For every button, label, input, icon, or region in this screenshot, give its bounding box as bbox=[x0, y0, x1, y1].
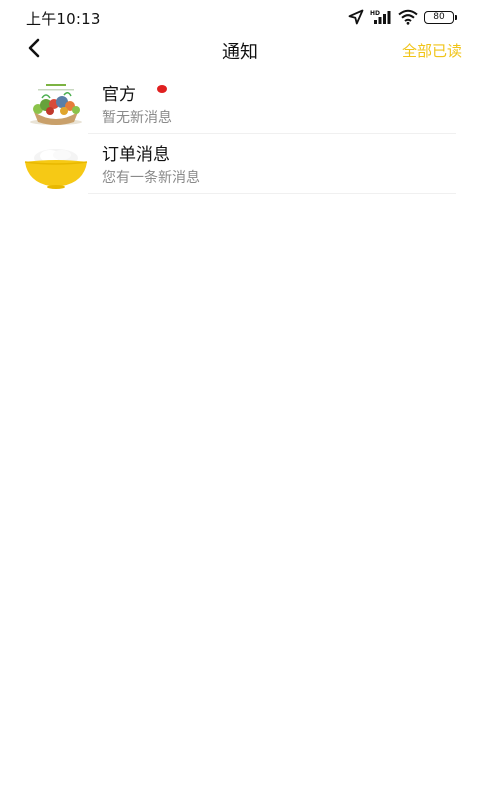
vegetable-basket-thumbnail bbox=[24, 78, 88, 130]
location-arrow-icon bbox=[348, 9, 364, 25]
message-subtitle: 您有一条新消息 bbox=[102, 170, 200, 186]
signal-icon: HD bbox=[370, 9, 392, 25]
rice-bowl-thumbnail bbox=[24, 138, 88, 190]
wifi-icon bbox=[398, 9, 418, 25]
battery-icon: 80 bbox=[424, 10, 457, 24]
message-title: 订单消息 bbox=[102, 145, 170, 165]
message-item-official[interactable]: 官方 暂无新消息 bbox=[0, 74, 480, 134]
message-item-orders[interactable]: 订单消息 您有一条新消息 bbox=[0, 134, 480, 194]
status-bar: 上午10:13 HD 80 bbox=[0, 0, 480, 34]
divider bbox=[88, 193, 456, 194]
svg-text:HD: HD bbox=[370, 10, 380, 17]
message-subtitle: 暂无新消息 bbox=[102, 110, 172, 126]
status-time: 上午10:13 bbox=[26, 10, 101, 28]
nav-bar: 通知 全部已读 bbox=[0, 34, 480, 66]
message-list: 官方 暂无新消息 订单消息 您有一条新消息 bbox=[0, 74, 480, 194]
unread-dot bbox=[157, 85, 167, 93]
battery-level: 80 bbox=[433, 11, 445, 22]
status-icons: HD 80 bbox=[348, 9, 457, 25]
message-title: 官方 bbox=[102, 85, 136, 105]
mark-all-read-button[interactable]: 全部已读 bbox=[402, 40, 462, 61]
